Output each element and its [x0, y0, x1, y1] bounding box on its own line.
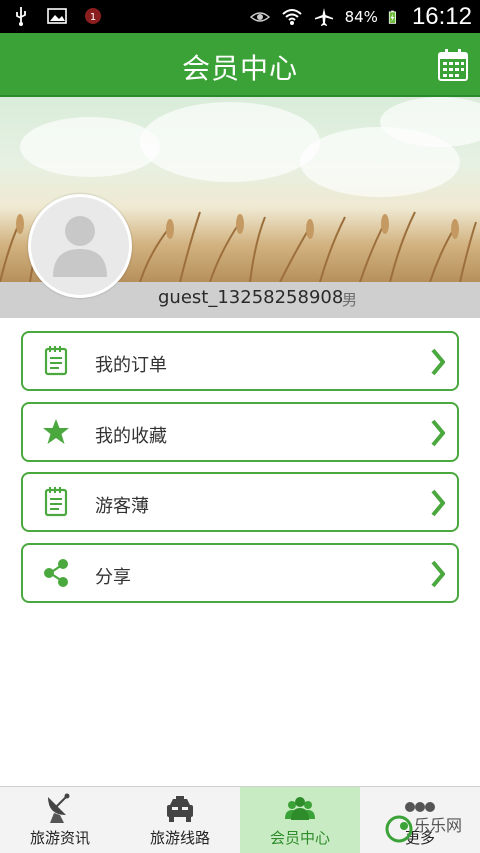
- watermark-logo-icon: [385, 815, 413, 843]
- battery-percent: 84%: [344, 7, 378, 26]
- clock: 16:12: [411, 2, 472, 30]
- username: guest_13258258908: [158, 287, 344, 308]
- title-bar: 会员中心: [0, 33, 480, 97]
- star-icon: [43, 419, 69, 444]
- satellite-dish-icon: [48, 793, 70, 823]
- page-title: 会员中心: [181, 52, 298, 85]
- status-bar: 1 84% 16:12: [0, 0, 480, 33]
- menu-item-favorites[interactable]: 我的收藏: [21, 402, 459, 462]
- notepad-icon: [44, 487, 68, 517]
- users-icon: [285, 797, 315, 820]
- image-icon: [47, 8, 67, 24]
- airplane-mode-icon: [314, 7, 333, 26]
- chevron-right-icon: [431, 419, 445, 447]
- car-icon: [167, 796, 193, 822]
- gender-label: 男: [342, 291, 358, 309]
- menu-label-favorites: 我的收藏: [95, 426, 167, 447]
- avatar[interactable]: [28, 194, 132, 298]
- default-user-icon: [53, 216, 107, 277]
- battery-charging-icon: [388, 10, 396, 24]
- menu-item-orders[interactable]: 我的订单: [21, 331, 459, 391]
- menu-label-share: 分享: [95, 567, 131, 588]
- notepad-icon: [44, 346, 68, 376]
- calendar-icon[interactable]: [438, 49, 468, 81]
- tab-label-travel-news: 旅游资讯: [29, 829, 90, 847]
- watermark: 乐乐网: [384, 808, 480, 853]
- chevron-right-icon: [431, 560, 445, 588]
- tab-travel-routes[interactable]: 旅游线路: [120, 787, 240, 853]
- chevron-right-icon: [431, 489, 445, 517]
- wifi-icon: [281, 8, 302, 25]
- tab-label-member-center: 会员中心: [269, 829, 330, 847]
- usb-icon: [16, 7, 26, 26]
- menu-item-guestbook[interactable]: 游客薄: [21, 472, 459, 532]
- menu-item-share[interactable]: 分享: [21, 543, 459, 603]
- watermark-text: 乐乐网: [414, 816, 463, 835]
- share-icon: [44, 559, 68, 587]
- tab-label-travel-routes: 旅游线路: [149, 829, 210, 847]
- svg-text:1: 1: [90, 12, 96, 23]
- menu-label-orders: 我的订单: [95, 355, 167, 376]
- chevron-right-icon: [431, 348, 445, 376]
- menu-label-guestbook: 游客薄: [95, 496, 149, 517]
- tab-member-center[interactable]: 会员中心: [240, 787, 360, 853]
- tab-travel-news[interactable]: 旅游资讯: [0, 787, 120, 853]
- eye-icon: [249, 11, 270, 22]
- notification-badge-icon: 1: [85, 8, 101, 24]
